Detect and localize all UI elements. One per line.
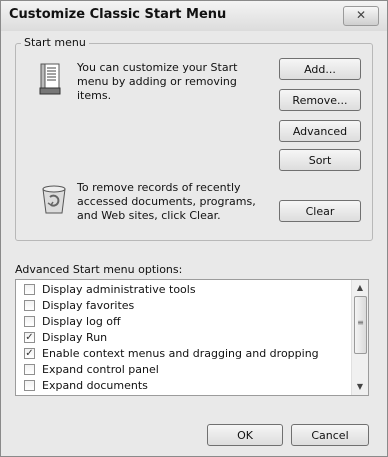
checkbox[interactable]: ✓ [24,332,35,343]
dialog-window: Customize Classic Start Menu ✕ Start men… [0,0,388,457]
checkbox[interactable] [24,300,35,311]
scroll-down-icon[interactable]: ▼ [352,379,368,395]
close-button[interactable]: ✕ [343,6,379,26]
grip-icon: ≡ [357,318,364,327]
scrollbar-thumb[interactable]: ≡ [354,296,367,354]
title-bar: Customize Classic Start Menu ✕ [1,1,387,31]
dialog-title: Customize Classic Start Menu [9,7,227,22]
sort-button[interactable]: Sort [279,149,361,171]
ok-button[interactable]: OK [207,424,283,446]
remove-button[interactable]: Remove... [279,89,361,111]
recycle-bin-icon [42,185,66,214]
list-scrollbar[interactable]: ▲ ≡ ▼ [351,280,368,395]
checkbox[interactable]: ✓ [24,348,35,359]
add-button[interactable]: Add... [279,58,361,80]
advanced-options-list[interactable]: Display administrative tools Display fav… [15,279,369,396]
checkbox[interactable] [24,284,35,295]
customize-description: You can customize your Start menu by add… [77,61,238,102]
cancel-button[interactable]: Cancel [291,424,369,446]
scroll-up-icon[interactable]: ▲ [352,280,368,296]
clear-button[interactable]: Clear [279,200,361,222]
clear-description: To remove records of recently accessed d… [77,181,256,222]
start-menu-legend: Start menu [21,36,89,49]
document-icon [39,63,61,95]
checkbox[interactable] [24,316,35,327]
checkbox[interactable] [24,380,35,391]
advanced-button[interactable]: Advanced [279,120,361,142]
advanced-options-label: Advanced Start menu options: [15,263,183,276]
checkbox[interactable] [24,364,35,375]
